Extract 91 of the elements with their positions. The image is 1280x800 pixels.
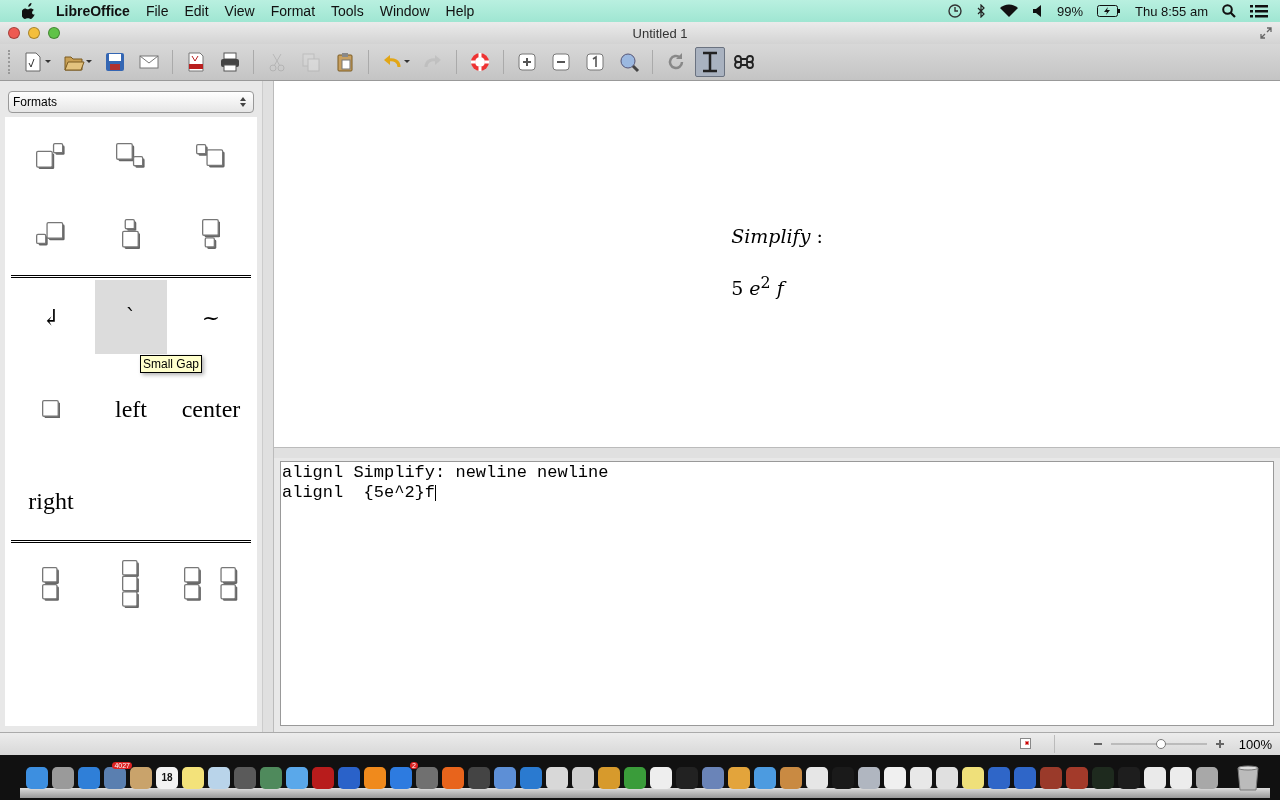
close-button[interactable] bbox=[8, 27, 20, 39]
menu-item[interactable]: Tools bbox=[331, 3, 364, 19]
menu-item[interactable]: File bbox=[145, 3, 169, 19]
apple-logo-icon[interactable] bbox=[22, 3, 36, 19]
zoom-button[interactable] bbox=[48, 27, 60, 39]
printer-icon bbox=[219, 51, 241, 73]
stacked-squares-icon bbox=[41, 399, 61, 419]
dock-app-icon[interactable] bbox=[286, 766, 308, 789]
trash-icon[interactable] bbox=[1236, 764, 1260, 791]
app-menu[interactable]: LibreOffice bbox=[56, 3, 130, 19]
zoom-slider-thumb[interactable] bbox=[1155, 739, 1166, 749]
menu-item[interactable]: View bbox=[224, 3, 255, 19]
caret-icon[interactable] bbox=[45, 60, 51, 64]
dock-app-icon[interactable] bbox=[130, 766, 152, 789]
symbol-cell[interactable]: left bbox=[95, 372, 167, 446]
dock-app-icon[interactable] bbox=[754, 766, 776, 789]
battery-percent: 99% bbox=[1056, 3, 1083, 19]
dock-app-icon[interactable] bbox=[598, 766, 620, 789]
zoom-percentage: 100% bbox=[1238, 736, 1272, 752]
pdf-document-icon bbox=[185, 51, 207, 73]
magnifier-icon bbox=[618, 51, 640, 73]
command-editor[interactable]: alignl Simplify: newline newline alignl {5e^2}f bbox=[280, 461, 1274, 726]
lifebuoy-icon bbox=[469, 51, 491, 73]
formula-line: 5 e$^{2}$ f bbox=[731, 273, 823, 300]
document-modified-icon bbox=[1019, 738, 1032, 750]
formula-line: Simplify : bbox=[731, 225, 823, 247]
search-icon[interactable] bbox=[1222, 4, 1236, 18]
symbol-cell[interactable]: center bbox=[175, 372, 247, 446]
dock-app-icon[interactable] bbox=[650, 766, 672, 789]
clock-icon[interactable] bbox=[946, 3, 963, 19]
plus-icon bbox=[516, 51, 538, 73]
minimize-button[interactable] bbox=[28, 27, 40, 39]
formats-dropdown[interactable]: Formats bbox=[8, 91, 254, 113]
dock-app-icon[interactable] bbox=[364, 766, 386, 789]
fullscreen-icon[interactable] bbox=[1260, 27, 1272, 39]
speaker-icon[interactable] bbox=[1032, 5, 1043, 17]
bluetooth-icon[interactable] bbox=[976, 4, 985, 18]
wifi-icon[interactable] bbox=[998, 4, 1019, 18]
window-title: Untitled 1 bbox=[631, 25, 689, 41]
dock-app-icon[interactable] bbox=[52, 766, 74, 789]
zoom-in-button[interactable] bbox=[1214, 739, 1225, 749]
menu-item[interactable]: Help bbox=[445, 3, 475, 19]
cursor-toolbar-button[interactable] bbox=[695, 47, 725, 77]
calendar-date: 18 bbox=[161, 772, 173, 783]
dock-app-icon[interactable] bbox=[858, 766, 880, 789]
stacked-squares-icon bbox=[122, 559, 140, 609]
dock-app-icon[interactable] bbox=[910, 766, 932, 789]
one-icon bbox=[584, 51, 606, 73]
dock-app-icon[interactable] bbox=[1196, 766, 1218, 789]
tooltip: Small Gap bbox=[140, 355, 203, 373]
stacked-squares-icon bbox=[42, 566, 60, 602]
menu-item[interactable]: Edit bbox=[184, 3, 209, 19]
updown-arrows-icon bbox=[239, 96, 247, 108]
stacked-squares-icon bbox=[184, 566, 238, 602]
dock-app-icon[interactable]: 18 bbox=[156, 766, 178, 789]
stacked-squares-icon bbox=[36, 142, 66, 170]
caret-icon[interactable] bbox=[404, 60, 410, 64]
symbol-cell[interactable]: right bbox=[15, 464, 87, 538]
dock-app-icon[interactable] bbox=[182, 766, 204, 789]
menu-item[interactable]: Window bbox=[379, 3, 430, 19]
stacked-squares-icon bbox=[196, 143, 226, 168]
command-line: alignl {5e^2}f bbox=[282, 483, 438, 503]
clipboard-icon bbox=[334, 51, 356, 73]
dock-app-icon[interactable] bbox=[806, 766, 828, 789]
dock-app-icon[interactable] bbox=[1170, 766, 1192, 789]
dock-app-icon[interactable] bbox=[572, 766, 594, 789]
minus-icon bbox=[550, 51, 572, 73]
scissors-icon bbox=[266, 51, 288, 73]
dock-app-icon[interactable] bbox=[104, 766, 126, 789]
dock-app-icon[interactable] bbox=[884, 766, 906, 789]
command-line: alignl Simplify: newline newline bbox=[282, 463, 610, 483]
dock-app-icon[interactable] bbox=[208, 766, 230, 789]
dock-app-icon[interactable] bbox=[1144, 766, 1166, 789]
menu-item[interactable]: Format bbox=[270, 3, 316, 19]
dock-app-icon[interactable] bbox=[728, 766, 750, 789]
stacked-squares-icon bbox=[36, 221, 66, 246]
caret-icon[interactable] bbox=[86, 60, 92, 64]
stacked-squares-icon bbox=[201, 218, 221, 250]
dock-app-icon[interactable] bbox=[494, 766, 516, 789]
dock-app-icon[interactable] bbox=[936, 766, 958, 789]
battery-icon[interactable] bbox=[1097, 5, 1121, 17]
copy-icon bbox=[300, 51, 322, 73]
stacked-squares-icon bbox=[116, 143, 146, 169]
dock-app-icon[interactable] bbox=[546, 766, 568, 789]
dock-app-icon[interactable] bbox=[962, 766, 984, 789]
menu-bar-clock[interactable]: Thu 8:55 am bbox=[1135, 3, 1208, 19]
formula-document-icon bbox=[22, 51, 44, 73]
symbol-cell[interactable]: ↲ bbox=[15, 280, 87, 354]
stacked-squares-icon bbox=[121, 218, 141, 250]
dock-app-icon[interactable] bbox=[780, 766, 802, 789]
list-icon[interactable] bbox=[1250, 4, 1268, 18]
